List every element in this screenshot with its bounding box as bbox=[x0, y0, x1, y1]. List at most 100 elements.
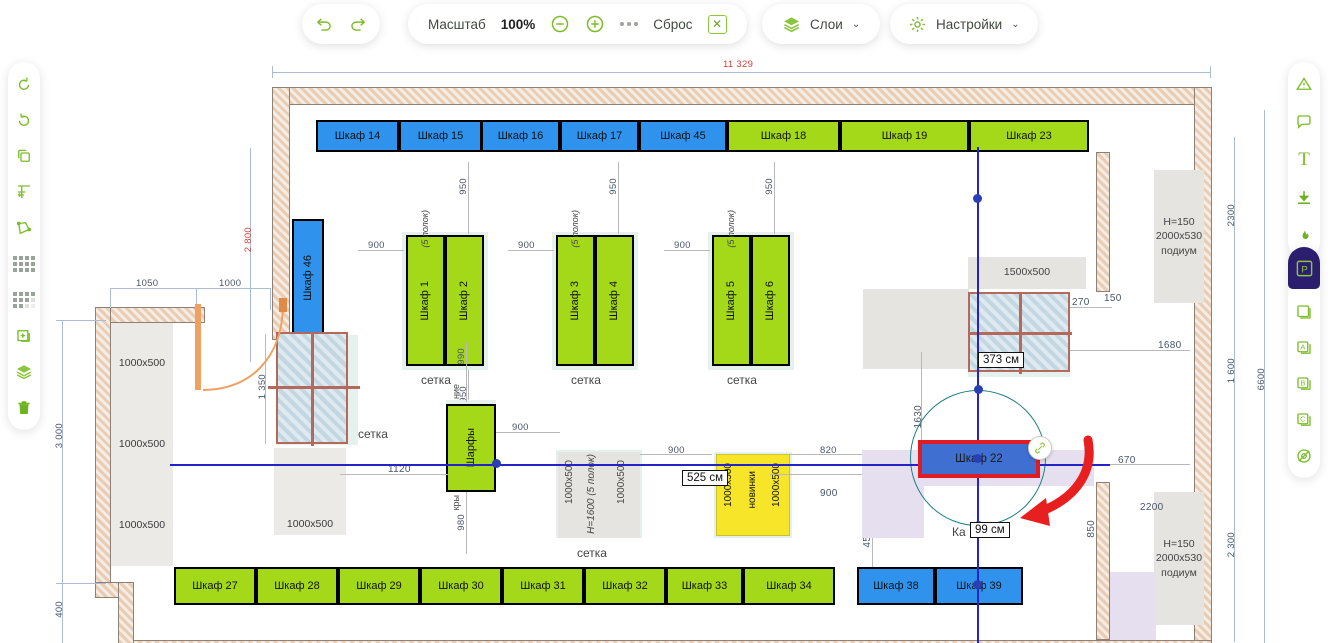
dim-between: 900 bbox=[518, 240, 535, 251]
cabinet-label: сетка bbox=[727, 373, 757, 387]
undo-icon[interactable] bbox=[315, 15, 334, 34]
yellow-mid-label: новинки bbox=[747, 471, 758, 509]
zoom-in-icon[interactable] bbox=[585, 14, 605, 34]
annotation-arrow bbox=[990, 432, 1100, 542]
shelf-1500x500[interactable]: 1500x500 bbox=[968, 257, 1086, 289]
cabinet-шкаф-23[interactable]: Шкаф 23 bbox=[969, 120, 1089, 152]
cabinet-шкаф-38[interactable]: Шкаф 38 bbox=[857, 567, 935, 605]
cabinet-label: Шкаф 19 bbox=[881, 129, 928, 142]
cabinet-шкаф-27[interactable]: Шкаф 27 bbox=[174, 567, 256, 605]
podium-h: H=150 bbox=[1163, 538, 1195, 551]
scale-label: Масштаб bbox=[428, 16, 486, 32]
cabinet-шкаф-3[interactable]: Шкаф 3 bbox=[556, 235, 595, 366]
measure-badge-373[interactable]: 373 см bbox=[978, 352, 1025, 368]
podium-h: H=150 bbox=[1163, 216, 1195, 229]
guide-node-bottom[interactable] bbox=[973, 580, 982, 589]
more-dots-icon[interactable] bbox=[620, 22, 639, 26]
cabinet-label: Шкаф 33 bbox=[681, 579, 728, 592]
cabinet-label: (5 полок) bbox=[570, 210, 580, 248]
floorplan-canvas[interactable]: 11 329 Шкаф 14 Шкаф 15 Шкаф 16 Шкаф 17 Шкаф … bbox=[0, 52, 1328, 643]
cabinet-шкаф-16[interactable]: Шкаф 16 bbox=[481, 120, 560, 152]
cabinet-шкаф-29[interactable]: Шкаф 29 bbox=[338, 567, 420, 605]
cabinet-label: Шкаф 16 bbox=[497, 129, 544, 142]
dim-1050: 1050 bbox=[136, 278, 159, 289]
cabinet-label: Шкаф 3 bbox=[569, 280, 582, 321]
dim-950: 950 bbox=[608, 178, 619, 195]
dim-tick bbox=[272, 66, 273, 78]
wall-alcove-top bbox=[95, 307, 205, 323]
shelf-block-right-b[interactable] bbox=[921, 289, 969, 369]
rotate-handle-top[interactable] bbox=[974, 385, 983, 394]
island-top-note: (5 полок) bbox=[420, 210, 430, 248]
yellow-block[interactable]: 1000x500 новинки 1000x500 bbox=[716, 454, 790, 536]
guide-node-top[interactable] bbox=[973, 194, 982, 203]
guide-node-mid[interactable] bbox=[973, 454, 982, 463]
cabinet-scarves[interactable]: Шарфы bbox=[446, 404, 496, 492]
dim-tick bbox=[110, 288, 111, 308]
cabinet-shkaf-46[interactable]: Шкаф 46 bbox=[292, 219, 324, 336]
cabinet-label: Шкаф 5 bbox=[725, 280, 738, 321]
shelf-left-1[interactable]: 1000x500 bbox=[111, 323, 173, 404]
cabinet-шкаф-18[interactable]: Шкаф 18 bbox=[727, 120, 840, 152]
cabinet-шкаф-32[interactable]: Шкаф 32 bbox=[584, 567, 666, 605]
cabinet-шкаф-15[interactable]: Шкаф 15 bbox=[399, 120, 482, 152]
undo-redo-group bbox=[302, 4, 380, 44]
zoom-out-icon[interactable] bbox=[550, 14, 570, 34]
cabinet-шкаф-2[interactable]: Шкаф 2 bbox=[445, 235, 484, 366]
shelf-1000x500-under-glass[interactable]: 1000x500 bbox=[274, 448, 346, 535]
dim-950: 950 bbox=[458, 178, 469, 195]
dim-820-yellow: 820 bbox=[820, 445, 837, 456]
cabinet-шкаф-1[interactable]: Шкаф 1 bbox=[406, 235, 445, 366]
cabinet-label: (5 полок) bbox=[726, 210, 736, 248]
dim-900-right: 900 bbox=[820, 488, 838, 499]
redo-icon[interactable] bbox=[348, 15, 367, 34]
cabinet-label: Шкаф 29 bbox=[356, 579, 402, 592]
cabinet-шкаф-4[interactable]: Шкаф 4 bbox=[595, 235, 634, 366]
cabinet-шкаф-45[interactable]: Шкаф 45 bbox=[639, 120, 727, 152]
wall-alcove-left bbox=[95, 307, 111, 597]
cabinet-шкаф-33[interactable]: Шкаф 33 bbox=[666, 567, 743, 605]
cabinet-шкаф-17[interactable]: Шкаф 17 bbox=[560, 120, 639, 152]
dim-950: 950 bbox=[764, 178, 775, 195]
cabinet-label: Шкаф 31 bbox=[520, 579, 566, 592]
cabinet-label: Шкаф 14 bbox=[334, 129, 381, 142]
mesh-caption: сетка bbox=[577, 546, 607, 560]
shelf-left-3[interactable]: 1000x500 bbox=[111, 485, 173, 566]
zone-lavender-right bbox=[1110, 572, 1156, 640]
cabinet-label: Шкаф 2 bbox=[458, 280, 471, 321]
settings-button[interactable]: Настройки ⌄ bbox=[890, 4, 1038, 44]
cabinet-шкаф-5[interactable]: Шкаф 5 bbox=[712, 235, 751, 366]
cabinet-шкаф-31[interactable]: Шкаф 31 bbox=[502, 567, 584, 605]
shelf-left-2[interactable]: 1000x500 bbox=[111, 404, 173, 485]
cabinet-label: 1000x500 bbox=[118, 356, 166, 369]
close-icon[interactable]: ✕ bbox=[707, 14, 727, 34]
cabinet-шкаф-30[interactable]: Шкаф 30 bbox=[420, 567, 502, 605]
dim-2800: 2 800 bbox=[243, 227, 254, 253]
podium-top[interactable]: H=150 2000x530 подиум bbox=[1154, 170, 1204, 303]
shelf-block-right-a[interactable] bbox=[863, 289, 921, 369]
cabinet-шкаф-14[interactable]: Шкаф 14 bbox=[316, 120, 399, 152]
cabinet-label: Шкаф 46 bbox=[301, 254, 314, 301]
island-caption: сетка bbox=[571, 373, 601, 387]
cabinet-label: сетка bbox=[571, 373, 601, 387]
cabinet-шкаф-19[interactable]: Шкаф 19 bbox=[840, 120, 969, 152]
cabinet-шкаф-6[interactable]: Шкаф 6 bbox=[751, 235, 790, 366]
cabinet-label: Шкаф 38 bbox=[873, 579, 919, 592]
guide-line-vertical[interactable] bbox=[977, 147, 979, 643]
layers-button[interactable]: Слои ⌄ bbox=[762, 4, 881, 44]
wall-alcove-bottom-left bbox=[118, 582, 134, 643]
measure-badge-525[interactable]: 525 см bbox=[682, 470, 729, 486]
dim-tick bbox=[56, 320, 106, 321]
reset-label[interactable]: Сброс bbox=[653, 17, 692, 32]
cabinet-шкаф-34[interactable]: Шкаф 34 bbox=[743, 567, 835, 605]
cabinet-шкаф-28[interactable]: Шкаф 28 bbox=[256, 567, 338, 605]
podium-size: 2000x530 bbox=[1155, 230, 1203, 243]
cabinet-label: Шкаф 30 bbox=[438, 579, 484, 592]
guide-node-scarves[interactable] bbox=[492, 459, 501, 468]
cabinet-label: Шкаф 28 bbox=[274, 579, 320, 592]
island-top-note: (5 полок) bbox=[726, 210, 736, 248]
shelf-label: 1000x500 bbox=[286, 518, 334, 531]
dim-overall-width: 11 329 bbox=[723, 59, 754, 70]
cabinet-label: 900 bbox=[368, 240, 385, 251]
dim-between: 900 bbox=[368, 240, 385, 251]
